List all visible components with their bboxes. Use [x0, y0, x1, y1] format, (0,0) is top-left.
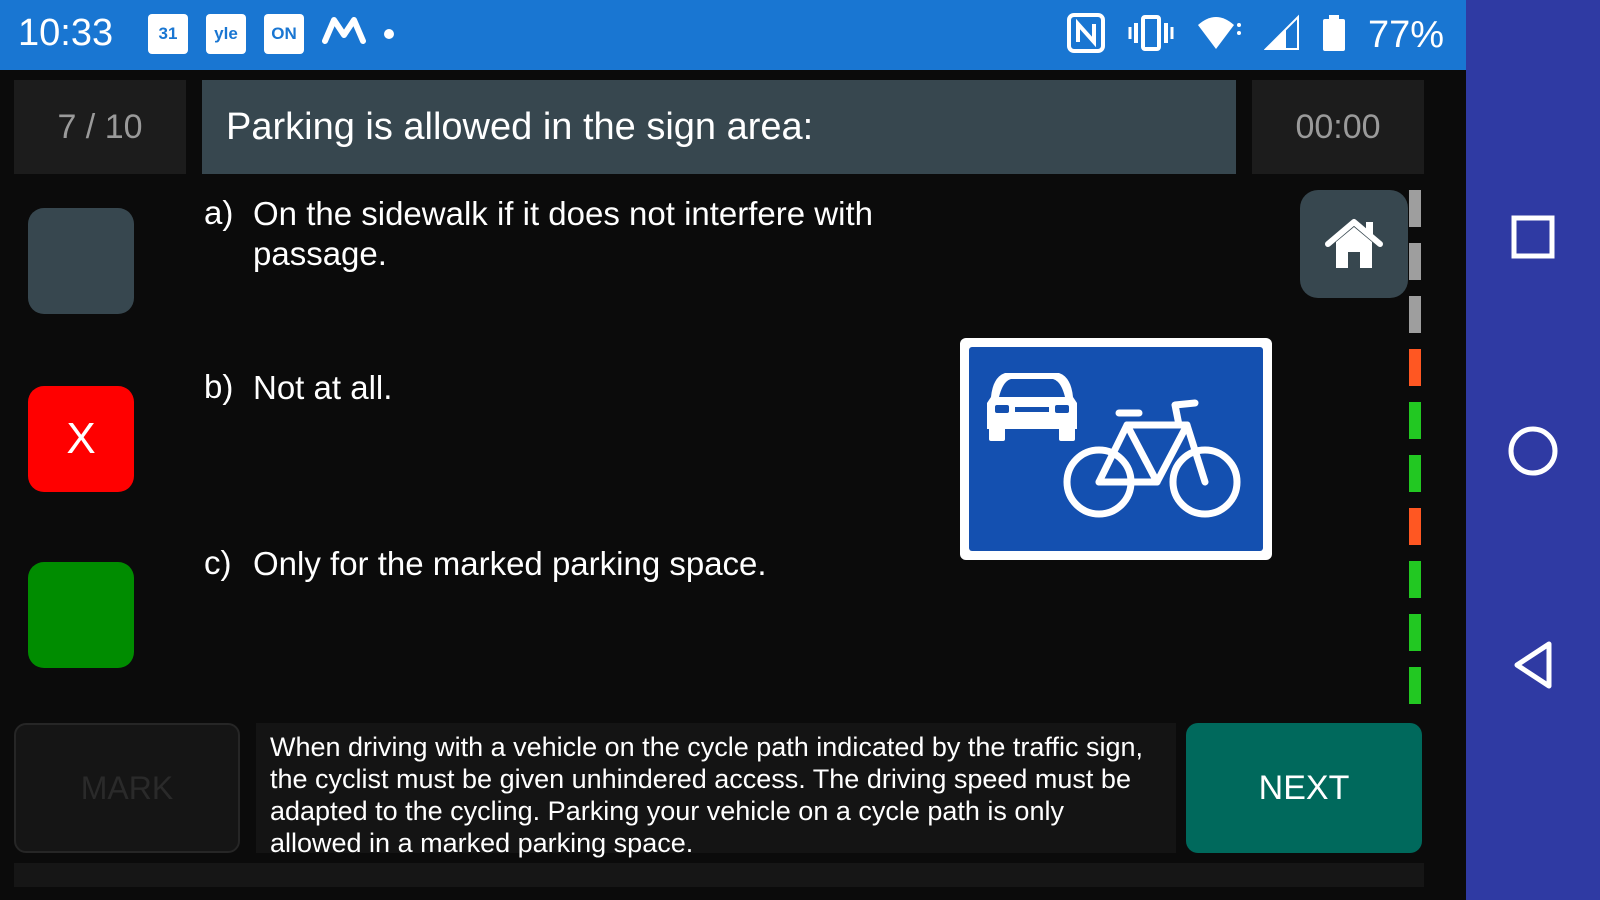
home-button[interactable] — [1300, 190, 1408, 298]
answer-a-letter: a) — [204, 194, 234, 231]
progress-segment — [1409, 508, 1421, 545]
home-nav-button[interactable] — [1466, 406, 1600, 496]
navigation-bar — [1466, 0, 1600, 900]
next-button[interactable]: NEXT — [1186, 723, 1422, 853]
battery-percent: 77% — [1367, 14, 1444, 56]
mail-m-icon — [322, 15, 366, 54]
progress-segment — [1409, 561, 1421, 598]
progress-segment — [1409, 349, 1421, 386]
answer-a-checkbox[interactable] — [28, 208, 134, 314]
signal-icon — [1263, 13, 1300, 58]
wifi-icon — [1196, 13, 1242, 58]
answer-a-text[interactable]: On the sidewalk if it does not interfere… — [253, 194, 933, 274]
back-triangle-icon — [1514, 641, 1552, 689]
progress-segment — [1409, 243, 1421, 280]
timer: 00:00 — [1252, 80, 1424, 174]
answer-b-text[interactable]: Not at all. — [253, 368, 933, 408]
answer-c-letter: c) — [204, 544, 232, 581]
calendar-icon: 31 — [148, 14, 188, 54]
recent-apps-button[interactable] — [1466, 192, 1600, 282]
answer-b-letter: b) — [204, 368, 234, 405]
progress-segment — [1409, 455, 1421, 492]
traffic-sign-image — [960, 338, 1272, 560]
more-notifications-dot — [384, 29, 394, 39]
progress-segment — [1409, 614, 1421, 651]
system-icons: 77% — [1066, 12, 1444, 59]
nfc-icon — [1066, 12, 1106, 59]
square-icon — [1511, 215, 1555, 259]
wrong-mark: X — [66, 414, 96, 463]
status-time: 10:33 — [18, 12, 114, 54]
question-counter: 7 / 10 — [14, 80, 186, 174]
car-and-bicycle-sign-icon — [969, 347, 1263, 551]
status-bar: 10:33 31 yle ON 77% — [0, 0, 1466, 70]
news-app-icon: ON — [264, 14, 304, 54]
yle-icon: yle — [206, 14, 246, 54]
bottom-strip — [14, 863, 1424, 887]
progress-segment — [1409, 296, 1421, 333]
circle-icon — [1508, 426, 1558, 476]
answer-c-checkbox[interactable] — [28, 562, 134, 668]
notification-icons: 31 yle ON — [148, 14, 394, 54]
progress-segment — [1409, 190, 1421, 227]
question-text: Parking is allowed in the sign area: — [202, 80, 1236, 174]
answer-c-text[interactable]: Only for the marked parking space. — [253, 544, 933, 584]
vibrate-icon — [1128, 13, 1174, 58]
quiz-screen: 7 / 10 Parking is allowed in the sign ar… — [0, 70, 1466, 900]
battery-icon — [1322, 13, 1346, 58]
progress-indicator — [1409, 190, 1421, 720]
explanation-text: When driving with a vehicle on the cycle… — [256, 723, 1176, 858]
answer-b-checkbox[interactable]: X — [28, 386, 134, 492]
progress-segment — [1409, 667, 1421, 704]
house-icon — [1325, 219, 1383, 268]
back-button[interactable] — [1466, 620, 1600, 710]
mark-button[interactable]: MARK — [14, 723, 240, 853]
progress-segment — [1409, 402, 1421, 439]
